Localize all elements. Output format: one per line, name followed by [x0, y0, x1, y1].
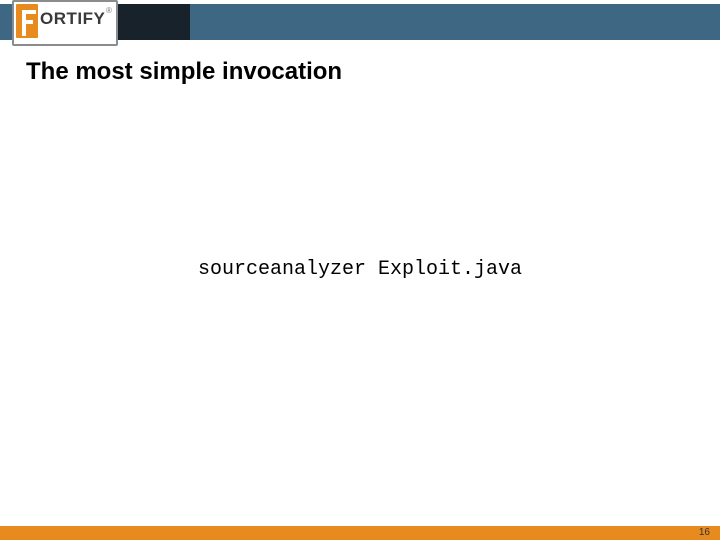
footer-bar: 16	[0, 526, 720, 540]
fortify-logo: ORTIFY ®	[12, 0, 118, 46]
logo-registered: ®	[106, 6, 112, 15]
page-number: 16	[699, 527, 710, 538]
logo-text: ORTIFY	[40, 9, 105, 29]
header-band: ORTIFY ®	[0, 0, 720, 46]
code-command: sourceanalyzer Exploit.java	[0, 258, 720, 281]
logo-f-icon	[16, 4, 38, 38]
header-dark-block	[118, 4, 190, 40]
slide-title: The most simple invocation	[26, 58, 342, 86]
